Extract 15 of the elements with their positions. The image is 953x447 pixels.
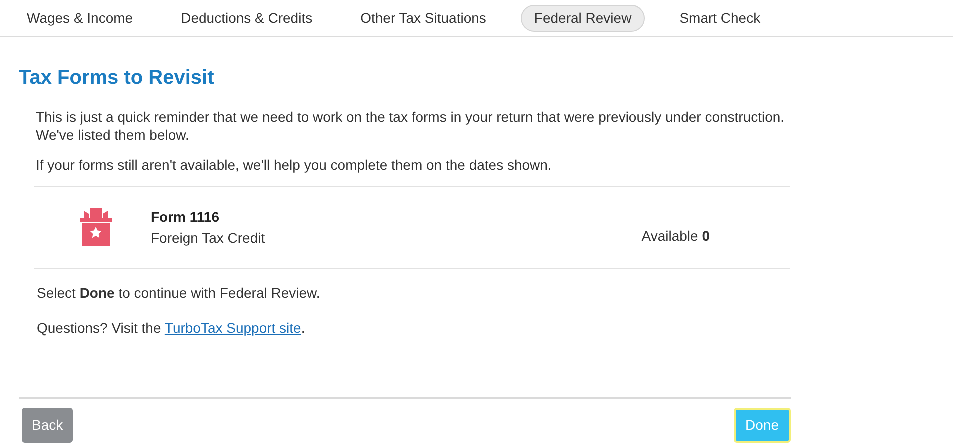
nav-tab[interactable]: Wages & Income [14, 4, 146, 32]
nav-tab[interactable]: Federal Review [521, 4, 645, 32]
paragraph: This is just a quick reminder that we need to work on the tax forms in your return that were previously under construction. We've listed them below. [36, 108, 786, 144]
nav-tab[interactable]: Smart Check [666, 4, 774, 32]
paragraph: If your forms still aren't available, we'll help you complete them on the dates shown. [36, 156, 553, 174]
support-sentence: Questions? Visit the TurboTax Support site. [37, 319, 306, 338]
form-description: Foreign Tax Credit [151, 228, 266, 248]
gift-box-icon [79, 208, 113, 248]
nav-tab[interactable]: Other Tax Situations [348, 4, 500, 32]
instruction-text: Select Done to continue with Federal Review. [37, 284, 322, 303]
page-title: Tax Forms to Revisit [19, 66, 216, 91]
support-link[interactable]: TurboTax Support site [164, 320, 302, 336]
nav-tab[interactable]: Deductions & Credits [168, 4, 326, 32]
form-name: Form 1116 [151, 208, 220, 226]
availability-text: Available 0 [642, 227, 710, 246]
